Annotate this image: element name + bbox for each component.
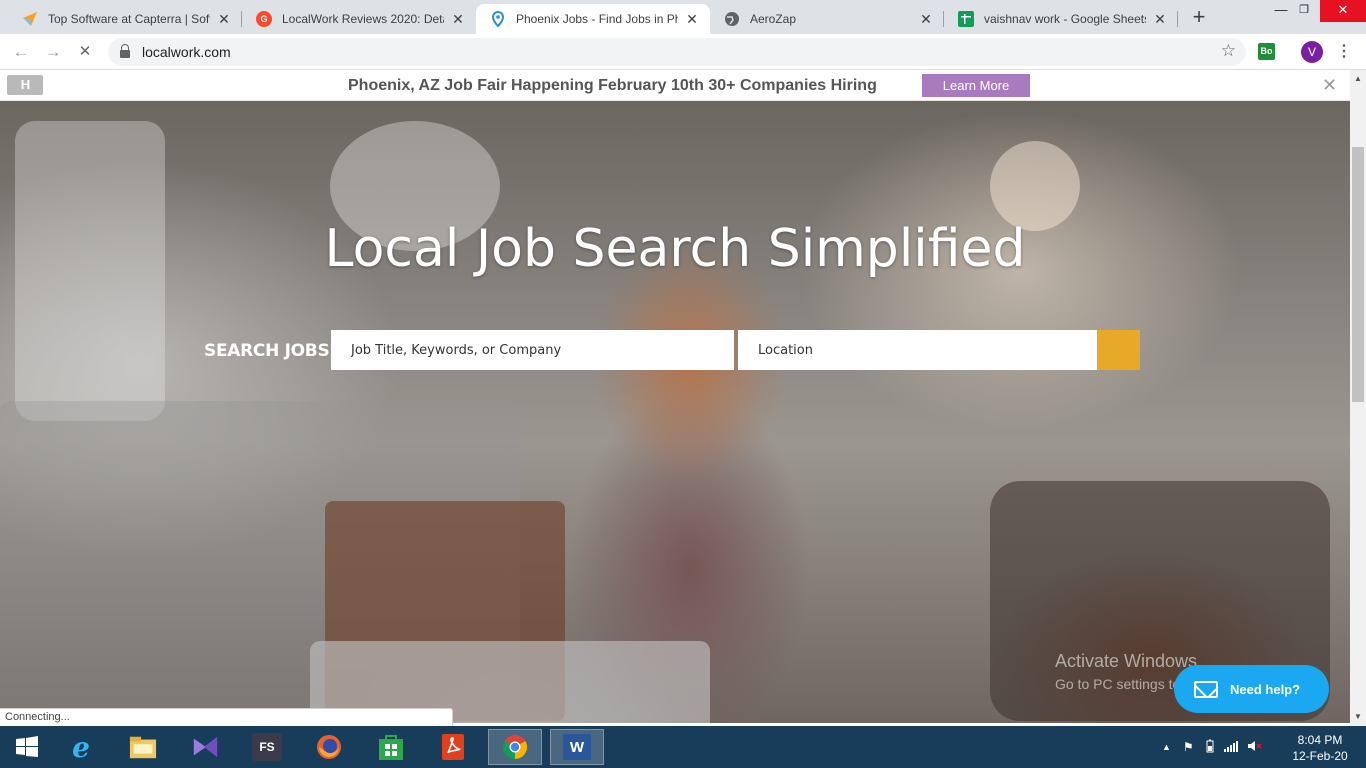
scroll-up-arrow-icon[interactable]: ▲: [1354, 74, 1362, 83]
capterra-icon: [22, 11, 38, 27]
new-tab-button[interactable]: +: [1186, 6, 1212, 30]
taskbar-word[interactable]: W: [550, 729, 604, 765]
taskbar-acrobat[interactable]: [426, 729, 480, 765]
screen: Top Software at Capterra | Softw ✕ G Loc…: [0, 0, 1366, 768]
back-arrow-icon[interactable]: ←: [9, 40, 33, 64]
visual-studio-icon: [191, 733, 219, 761]
system-tray: ▲ ⚑: [1162, 726, 1262, 768]
status-bubble: Connecting...: [0, 708, 453, 726]
tab-title: Phoenix Jobs - Find Jobs in Phoe: [516, 12, 678, 26]
close-icon[interactable]: ✕: [684, 11, 700, 28]
acrobat-icon: [439, 733, 467, 761]
close-icon[interactable]: ✕: [1322, 75, 1337, 96]
url-text: localwork.com: [142, 44, 231, 60]
hero-title: Local Job Search Simplified: [324, 219, 1026, 279]
promo-text: Phoenix, AZ Job Fair Happening February …: [348, 77, 877, 94]
background-decor: [990, 141, 1080, 231]
sheets-icon: [958, 11, 974, 27]
address-bar[interactable]: localwork.com ☆: [108, 38, 1246, 66]
chrome-icon: [501, 733, 529, 761]
taskbar-visual-studio[interactable]: [178, 729, 232, 765]
keyword-search-input[interactable]: [331, 330, 734, 370]
start-icon: [13, 733, 41, 761]
learn-more-button[interactable]: Learn More: [922, 74, 1030, 97]
tab-title: AeroZap: [750, 12, 797, 26]
close-icon[interactable]: ✕: [216, 11, 232, 28]
file-explorer-icon: [129, 733, 157, 761]
taskbar-fs[interactable]: FS: [240, 729, 294, 765]
internet-explorer-icon: e: [72, 730, 90, 764]
extension-icon[interactable]: Bo: [1258, 43, 1275, 60]
fs-icon: FS: [252, 733, 282, 761]
tab-title: LocalWork Reviews 2020: Details: [282, 12, 444, 26]
close-icon[interactable]: ✕: [918, 11, 934, 28]
menu-kebab-icon[interactable]: ⋮: [1336, 41, 1352, 63]
tab-separator: [1177, 11, 1178, 27]
tab-capterra[interactable]: Top Software at Capterra | Softw ✕: [8, 4, 242, 34]
tab-title: Top Software at Capterra | Softw: [48, 12, 210, 26]
envelope-icon: [1194, 680, 1218, 698]
word-icon: W: [563, 734, 591, 760]
scroll-thumb[interactable]: [1352, 147, 1364, 402]
tab-title: vaishnav work - Google Sheets: [984, 12, 1146, 26]
g2-icon: G: [256, 11, 272, 27]
taskbar-clock[interactable]: 8:04 PM 12-Feb-20: [1282, 732, 1358, 764]
taskbar-ie[interactable]: e: [54, 729, 108, 765]
firefox-icon: [315, 733, 343, 761]
action-center-flag-icon[interactable]: ⚑: [1183, 740, 1194, 754]
search-button[interactable]: [1097, 330, 1140, 370]
tab-google-sheets[interactable]: vaishnav work - Google Sheets ✕: [944, 4, 1178, 34]
signal-icon[interactable]: [1223, 740, 1238, 755]
windows-taskbar: e FS W ▲ ⚑ 8:04 PM 12-Feb-20: [0, 726, 1366, 768]
tab-aerozap[interactable]: AeroZap ✕: [710, 4, 944, 34]
globe-icon: [724, 11, 740, 27]
taskbar-store[interactable]: [364, 729, 418, 765]
location-search-input[interactable]: [738, 330, 1097, 370]
profile-avatar[interactable]: V: [1301, 41, 1323, 63]
page-scrollbar[interactable]: ▲ ▼: [1350, 70, 1366, 726]
start-button[interactable]: [0, 729, 54, 765]
localwork-pin-icon: [490, 11, 506, 27]
browser-tab-strip: Top Software at Capterra | Softw ✕ G Loc…: [0, 0, 1366, 34]
forward-arrow-icon[interactable]: →: [41, 40, 65, 64]
hero-section: Local Job Search Simplified SEARCH JOBS …: [0, 101, 1350, 723]
promo-logo: H: [7, 75, 43, 95]
need-help-button[interactable]: Need help?: [1174, 665, 1329, 713]
stop-loading-icon[interactable]: ✕: [73, 40, 97, 64]
close-icon[interactable]: ✕: [450, 11, 466, 28]
store-icon: [377, 733, 405, 761]
tray-expand-icon[interactable]: ▲: [1162, 742, 1171, 752]
battery-icon[interactable]: [1206, 739, 1214, 756]
search-jobs-label: SEARCH JOBS: [204, 341, 330, 361]
scroll-down-arrow-icon[interactable]: ▼: [1354, 712, 1362, 721]
clock-date: 12-Feb-20: [1292, 749, 1348, 763]
bookmark-star-icon[interactable]: ☆: [1221, 41, 1236, 61]
volume-muted-icon[interactable]: [1247, 740, 1262, 755]
close-icon[interactable]: ✕: [1152, 11, 1168, 28]
promo-banner: H Phoenix, AZ Job Fair Happening Februar…: [0, 70, 1350, 101]
browser-toolbar: ← → ✕ localwork.com ☆ Bo V ⋮: [0, 34, 1366, 70]
taskbar-file-explorer[interactable]: [116, 729, 170, 765]
taskbar-firefox[interactable]: [302, 729, 356, 765]
need-help-label: Need help?: [1230, 681, 1301, 697]
tab-phoenix-jobs[interactable]: Phoenix Jobs - Find Jobs in Phoe ✕: [476, 4, 710, 34]
clock-time: 8:04 PM: [1297, 733, 1343, 747]
window-close-button[interactable]: ✕: [1320, 0, 1366, 22]
lock-icon: [120, 44, 130, 58]
taskbar-chrome[interactable]: [488, 729, 542, 765]
tab-g2[interactable]: G LocalWork Reviews 2020: Details ✕: [242, 4, 476, 34]
